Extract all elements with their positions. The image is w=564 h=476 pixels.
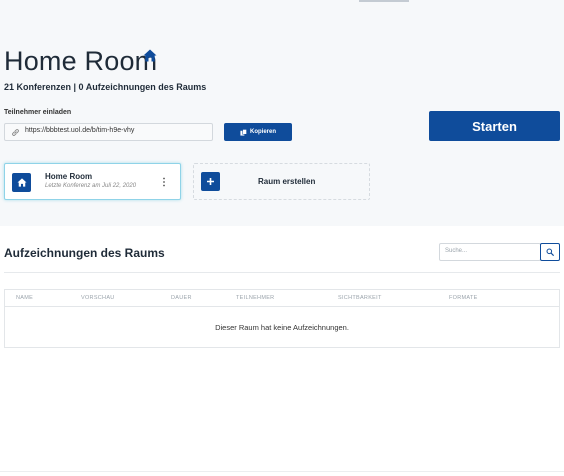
home-icon (17, 178, 26, 187)
column-header-visibility: SICHTBARKEIT (338, 295, 382, 301)
room-header-region: Home Room 21 Konferenzen | 0 Aufzeichnun… (0, 0, 564, 226)
column-header-preview: VORSCHAU (81, 295, 115, 301)
invite-url: https://bbbtest.uol.de/b/tim-h9e-vhy (25, 127, 135, 134)
recordings-search-input[interactable]: Suche... (439, 243, 541, 261)
room-title: Home Room (4, 46, 158, 76)
room-card-icon (12, 173, 31, 192)
search-button[interactable] (540, 243, 560, 261)
plus-icon (207, 178, 214, 185)
column-header-duration: DAUER (171, 295, 192, 301)
search-placeholder: Suche... (445, 248, 468, 254)
recordings-table: NAME VORSCHAU DAUER TEILNEHMER SICHTBARK… (4, 289, 560, 348)
home-icon (143, 49, 157, 62)
nav-tab-indicator (359, 0, 409, 2)
room-stats: 21 Konferenzen | 0 Aufzeichnungen des Ra… (4, 82, 207, 92)
column-header-participants: TEILNEHMER (236, 295, 275, 301)
room-card-home-room[interactable]: Home Room Letzte Konferenz am Juli 22, 2… (4, 163, 181, 200)
invite-label: Teilnehmer einladen (4, 109, 72, 116)
copy-button[interactable]: Kopieren (224, 123, 292, 141)
create-room-label: Raum erstellen (258, 177, 316, 186)
footer-divider (0, 471, 564, 472)
search-icon (546, 248, 554, 256)
copy-button-label: Kopieren (249, 129, 276, 135)
invite-url-field[interactable]: https://bbbtest.uol.de/b/tim-h9e-vhy (4, 123, 213, 141)
room-card-name: Home Room (45, 172, 93, 181)
link-icon (12, 129, 19, 136)
create-room-card[interactable]: Raum erstellen (193, 163, 370, 200)
recordings-divider (4, 272, 560, 273)
recordings-title: Aufzeichnungen des Raums (4, 246, 165, 260)
table-header: NAME VORSCHAU DAUER TEILNEHMER SICHTBARK… (5, 290, 559, 307)
copy-icon (240, 128, 247, 136)
column-header-formats: FORMATE (449, 295, 478, 301)
start-button[interactable]: Starten (429, 111, 560, 141)
create-room-icon-box (201, 172, 220, 191)
more-vertical-icon[interactable] (160, 175, 168, 189)
empty-recordings-message: Dieser Raum hat keine Aufzeichnungen. (215, 323, 349, 332)
room-card-last-session: Letzte Konferenz am Juli 22, 2020 (45, 183, 137, 189)
column-header-name: NAME (16, 295, 34, 301)
